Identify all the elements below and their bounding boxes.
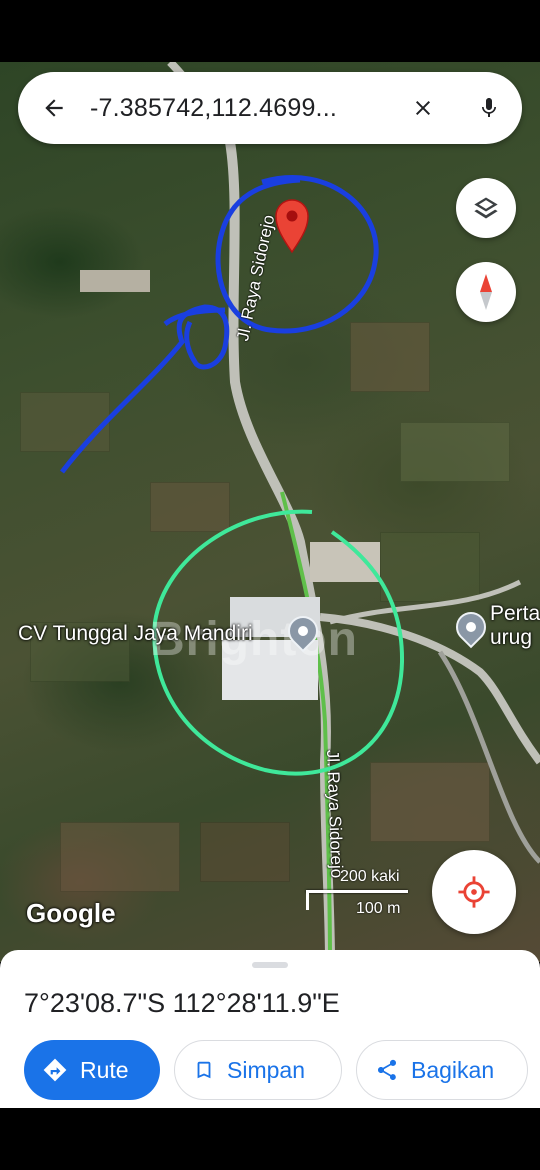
building: [80, 270, 150, 292]
place-label[interactable]: Perta urug: [490, 602, 540, 650]
back-button[interactable]: [18, 72, 90, 144]
search-bar[interactable]: -7.385742,112.4699...: [18, 72, 522, 144]
save-button[interactable]: Simpan: [174, 1040, 342, 1100]
share-label: Bagikan: [411, 1056, 495, 1083]
system-navigation-bar: [0, 1108, 540, 1170]
building: [310, 542, 380, 582]
route-button[interactable]: Rute: [24, 1040, 160, 1100]
scale-imperial: 200 kaki: [340, 868, 400, 885]
save-label: Simpan: [227, 1056, 305, 1083]
close-icon: [416, 101, 430, 115]
blue-arrow-annotation: [60, 304, 230, 474]
arrow-left-icon: [45, 99, 63, 117]
voice-search-button[interactable]: [456, 72, 522, 144]
screen: Jl. Raya Sidorejo Jl. Raya Sidorejo Brig…: [0, 0, 540, 1170]
google-logo: Google: [26, 898, 116, 928]
bookmark-icon: [197, 1061, 211, 1079]
route-label: Rute: [80, 1056, 129, 1083]
place-label-line: urug: [490, 626, 533, 649]
drag-handle[interactable]: [252, 962, 288, 968]
directions-icon: [43, 1058, 67, 1082]
scale-line: [306, 890, 408, 893]
my-location-button[interactable]: [432, 850, 516, 934]
place-label-line: Perta: [490, 602, 540, 625]
layers-button[interactable]: [456, 178, 516, 238]
share-button[interactable]: Bagikan: [356, 1040, 528, 1100]
dropped-pin-icon: [275, 199, 309, 254]
my-location-icon: [458, 876, 490, 908]
search-input[interactable]: -7.385742,112.4699...: [90, 94, 390, 123]
share-icon: [378, 1059, 396, 1080]
blue-arrow-tip: [163, 307, 226, 327]
compass-button[interactable]: [456, 262, 516, 322]
layers-icon: [474, 197, 498, 219]
compass-icon: [480, 274, 492, 310]
clear-button[interactable]: [390, 72, 456, 144]
scale-tick: [306, 890, 309, 910]
place-sheet[interactable]: 7°23'08.7"S 112°28'11.9"E Rute Simpan Ba…: [0, 950, 540, 1110]
scale-metric: 100 m: [356, 900, 401, 917]
mic-icon: [482, 98, 496, 117]
coordinates-title: 7°23'08.7"S 112°28'11.9"E: [24, 988, 340, 1018]
place-label[interactable]: CV Tunggal Jaya Mandiri: [18, 622, 253, 646]
